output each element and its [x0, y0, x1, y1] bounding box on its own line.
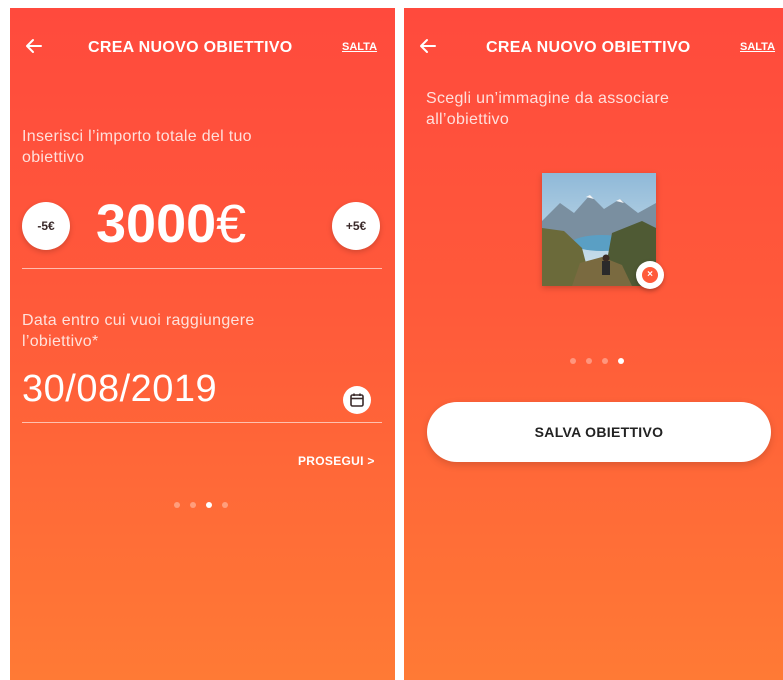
skip-link[interactable]: SALTA [740, 41, 775, 53]
amount-date-screen: CREA NUOVO OBIETTIVO SALTA Inserisci l’i… [10, 8, 395, 680]
next-button[interactable]: PROSEGUI > [298, 454, 375, 468]
pagination-dots [174, 502, 228, 508]
amount-display[interactable]: 3000€ [96, 194, 246, 254]
calendar-icon [350, 393, 364, 407]
pagination-dot-active [618, 358, 624, 364]
page-title: CREA NUOVO OBIETTIVO [88, 39, 293, 56]
pagination-dot [570, 358, 576, 364]
date-field[interactable]: 30/08/2019 [22, 368, 217, 411]
decrement-amount-button[interactable]: -5€ [22, 202, 70, 250]
date-divider [22, 422, 382, 423]
amount-divider [22, 268, 382, 269]
page-title: CREA NUOVO OBIETTIVO [486, 39, 691, 56]
pagination-dot [586, 358, 592, 364]
pagination-dot [174, 502, 180, 508]
amount-value: 3000 [96, 194, 217, 254]
image-select-screen: CREA NUOVO OBIETTIVO SALTA Scegli un’imm… [404, 8, 783, 680]
date-prompt: Data entro cui vuoi raggiungere l’obiett… [22, 312, 255, 350]
arrow-left-icon[interactable] [24, 36, 44, 56]
pagination-dot-active [206, 502, 212, 508]
remove-image-button[interactable]: × [636, 261, 664, 289]
pagination-dot [222, 502, 228, 508]
pagination-dot [602, 358, 608, 364]
save-goal-button[interactable]: SALVA OBIETTIVO [427, 402, 771, 462]
amount-prompt: Inserisci l’importo totale del tuo obiet… [22, 128, 252, 166]
pagination-dot [190, 502, 196, 508]
close-icon: × [642, 267, 658, 283]
calendar-button[interactable] [343, 386, 371, 414]
increment-amount-button[interactable]: +5€ [332, 202, 380, 250]
image-prompt: Scegli un’immagine da associare all’obie… [426, 90, 670, 128]
pagination-dots [570, 358, 624, 364]
currency-symbol: € [216, 194, 247, 254]
arrow-left-icon[interactable] [418, 36, 438, 56]
skip-link[interactable]: SALTA [342, 41, 377, 53]
